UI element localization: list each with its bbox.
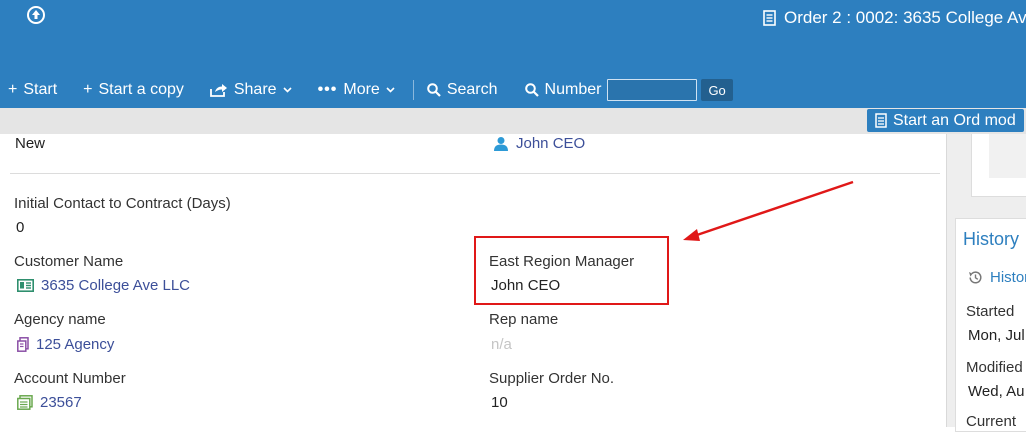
start-copy-label: Start a copy	[98, 81, 184, 98]
share-label: Share	[233, 81, 277, 98]
number-label: Number	[544, 81, 602, 98]
account-number-link[interactable]: 23567	[17, 394, 82, 411]
customer-name-text: 3635 College Ave LLC	[41, 277, 191, 294]
sidebar-card-top-content	[989, 134, 1026, 178]
ellipsis-icon: •••	[317, 81, 338, 98]
app-header: Order 2 : 0002: 3635 College Ave LLC + S…	[0, 0, 1026, 108]
supplier-order-value: 10	[491, 394, 508, 411]
chevron-down-icon	[386, 87, 395, 93]
modified-label: Modified	[966, 359, 1023, 376]
start-ord-mod-label: Start an Ord mod	[893, 111, 1016, 129]
start-button[interactable]: + Start	[8, 81, 57, 99]
customer-name-link[interactable]: 3635 College Ave LLC	[17, 277, 190, 294]
home-icon[interactable]	[26, 5, 46, 25]
document-icon	[763, 10, 776, 26]
agency-name-link[interactable]: 125 Agency	[17, 336, 114, 353]
document-title: Order 2 : 0002: 3635 College Ave LLC	[763, 8, 1026, 28]
share-button[interactable]: Share	[209, 81, 292, 99]
more-button[interactable]: ••• More	[318, 81, 395, 99]
more-label: More	[343, 81, 380, 98]
go-button[interactable]: Go	[701, 79, 733, 101]
agency-name-label: Agency name	[14, 311, 106, 328]
start-ord-mod-button[interactable]: Start an Ord mod	[867, 109, 1024, 132]
history-icon	[969, 271, 982, 284]
history-link-text: History	[990, 269, 1026, 286]
history-link[interactable]: History	[968, 269, 1026, 286]
contact-card-icon	[17, 279, 34, 292]
chevron-down-icon	[282, 87, 292, 93]
current-label: Current	[966, 413, 1017, 430]
document-title-text: Order 2 : 0002: 3635 College Ave LLC	[784, 8, 1026, 27]
ledger-icon	[17, 395, 33, 410]
user-icon	[494, 136, 508, 151]
number-search: Number	[524, 81, 602, 99]
modified-value: Wed, Au	[968, 383, 1025, 400]
history-title: History	[963, 229, 1020, 249]
owner-link-text: John CEO	[516, 135, 586, 152]
plus-icon: +	[8, 81, 18, 98]
account-number-label: Account Number	[14, 370, 126, 387]
annotation-highlight-box	[474, 236, 669, 305]
toolbar-divider	[412, 80, 414, 100]
start-label: Start	[23, 81, 58, 98]
start-copy-button[interactable]: + Start a copy	[83, 81, 184, 99]
agency-name-text: 125 Agency	[36, 336, 115, 353]
account-number-text: 23567	[40, 394, 82, 411]
initial-contact-value: 0	[16, 219, 25, 236]
owner-link[interactable]: John CEO	[493, 135, 585, 152]
rep-name-value: n/a	[491, 336, 512, 353]
section-divider	[10, 173, 940, 174]
search-icon	[427, 83, 441, 97]
building-icon	[17, 337, 29, 352]
plus-icon: +	[83, 81, 93, 98]
toolbar: + Start + Start a copy Share ••• More Se…	[0, 78, 733, 102]
customer-name-label: Customer Name	[14, 253, 124, 270]
started-label: Started	[966, 303, 1015, 320]
search-label: Search	[446, 81, 498, 98]
search-icon	[524, 83, 539, 97]
share-icon	[209, 84, 227, 97]
initial-contact-label: Initial Contact to Contract (Days)	[14, 195, 231, 212]
started-value: Mon, Jul	[968, 327, 1025, 344]
rep-name-label: Rep name	[489, 311, 559, 328]
number-input[interactable]	[607, 79, 698, 101]
supplier-order-label: Supplier Order No.	[489, 370, 615, 387]
document-icon	[875, 113, 887, 128]
status-value: New	[15, 135, 46, 152]
search-button[interactable]: Search	[427, 81, 498, 99]
